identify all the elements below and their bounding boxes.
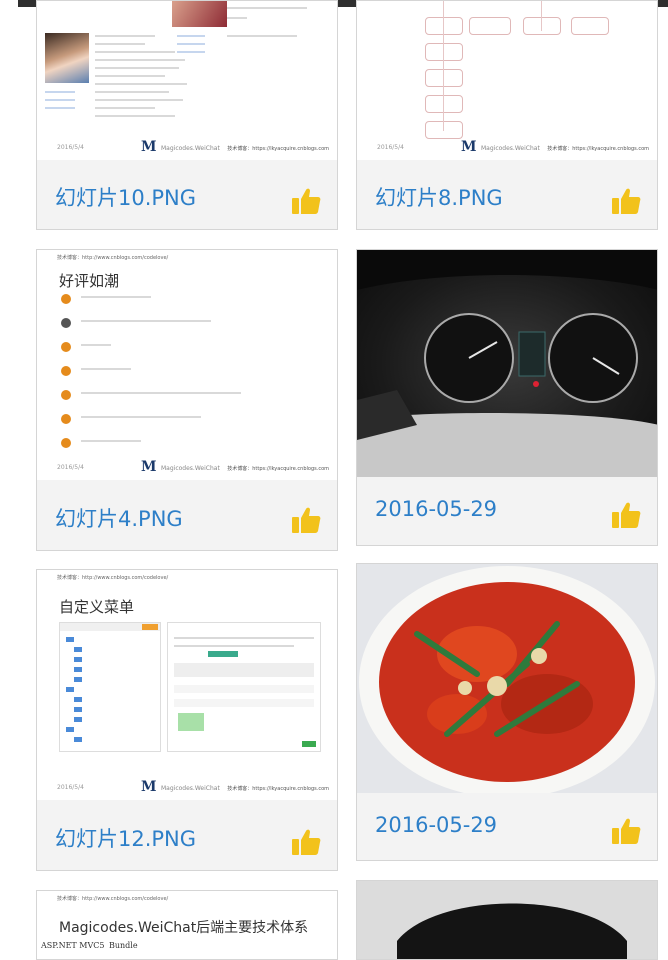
- slide-footnote: Bundle: [109, 941, 138, 950]
- magicodes-logo: M: [141, 779, 157, 795]
- dashboard-gauges: [357, 250, 657, 477]
- thumbs-up-icon[interactable]: [291, 828, 321, 856]
- thumbs-up-icon[interactable]: [291, 506, 321, 534]
- crayfish-photo[interactable]: [357, 564, 657, 798]
- profile-photo: [45, 33, 89, 83]
- dashboard-photo[interactable]: [357, 250, 657, 477]
- slide-thumbnail[interactable]: 技术博客：http://www.cnblogs.com/codelove/ 好评…: [37, 250, 337, 480]
- slide-brand: Magicodes.WeiChat: [161, 145, 220, 152]
- slide-title: 好评如潮: [59, 272, 120, 290]
- card-caption[interactable]: 2016-05-29: [375, 813, 497, 837]
- menu-edit-panel: [167, 622, 321, 752]
- slide-url: 技术博客：http://www.cnblogs.com/codelove/: [57, 255, 169, 261]
- magicodes-logo: M: [461, 139, 477, 155]
- slide-date: 2016/5/4: [57, 144, 84, 151]
- menu-tree-panel: [59, 622, 161, 752]
- slide-title: Magicodes.WeiChat后端主要技术体系: [59, 920, 309, 936]
- slide-brand: Magicodes.WeiChat: [481, 145, 540, 152]
- header-photo: [172, 1, 227, 27]
- slide-thumbnail[interactable]: 2016/5/4 M Magicodes.WeiChat 技术博客：https:…: [357, 1, 657, 160]
- thumbs-up-icon[interactable]: [611, 501, 641, 529]
- gallery-card[interactable]: 2016-05-29: [356, 249, 658, 546]
- magicodes-logo: M: [141, 139, 157, 155]
- slide-title: 自定义菜单: [59, 598, 135, 616]
- gallery-card[interactable]: 2016-05-29: [356, 563, 658, 861]
- slide-blog-url: 技术博客：https://lkyacquire.cnblogs.com: [227, 786, 329, 792]
- slide-brand: Magicodes.WeiChat: [161, 465, 220, 472]
- slide-date: 2016/5/4: [377, 144, 404, 151]
- gallery-card[interactable]: 技术博客：http://www.cnblogs.com/codelove/ 好评…: [36, 249, 338, 551]
- card-caption[interactable]: 幻灯片4.PNG: [55, 503, 183, 533]
- slide-brand: Magicodes.WeiChat: [161, 785, 220, 792]
- dashboard-photo[interactable]: [357, 881, 657, 959]
- card-caption[interactable]: 幻灯片12.PNG: [55, 823, 196, 853]
- gallery-card[interactable]: 2016/5/4 M Magicodes.WeiChat 技术博客：https:…: [36, 0, 338, 230]
- slide-footnote: ASP.NET MVC5: [41, 941, 105, 950]
- slide-url: 技术博客：http://www.cnblogs.com/codelove/: [57, 575, 169, 581]
- crayfish-plate: [359, 566, 655, 798]
- thumbs-up-icon[interactable]: [291, 187, 321, 215]
- slide-date: 2016/5/4: [57, 464, 84, 471]
- dashboard-top: [357, 881, 657, 959]
- magicodes-logo: M: [141, 459, 157, 475]
- card-caption[interactable]: 幻灯片10.PNG: [55, 182, 196, 212]
- thumbs-up-icon[interactable]: [611, 817, 641, 845]
- slide-thumbnail[interactable]: 2016/5/4 M Magicodes.WeiChat 技术博客：https:…: [37, 1, 337, 160]
- card-caption[interactable]: 幻灯片8.PNG: [375, 182, 503, 212]
- slide-url: 技术博客：http://www.cnblogs.com/codelove/: [57, 896, 169, 902]
- gallery-card[interactable]: 2016/5/4 M Magicodes.WeiChat 技术博客：https:…: [356, 0, 658, 230]
- card-caption[interactable]: 2016-05-29: [375, 497, 497, 521]
- slide-blog-url: 技术博客：https://lkyacquire.cnblogs.com: [227, 146, 329, 152]
- gallery-card[interactable]: [356, 880, 658, 960]
- gallery-card[interactable]: 技术博客：http://www.cnblogs.com/codelove/ 自定…: [36, 569, 338, 871]
- slide-blog-url: 技术博客：https://lkyacquire.cnblogs.com: [227, 466, 329, 472]
- slide-date: 2016/5/4: [57, 784, 84, 791]
- thumbs-up-icon[interactable]: [611, 187, 641, 215]
- slide-thumbnail[interactable]: 技术博客：http://www.cnblogs.com/codelove/ 自定…: [37, 570, 337, 800]
- slide-blog-url: 技术博客：https://lkyacquire.cnblogs.com: [547, 146, 649, 152]
